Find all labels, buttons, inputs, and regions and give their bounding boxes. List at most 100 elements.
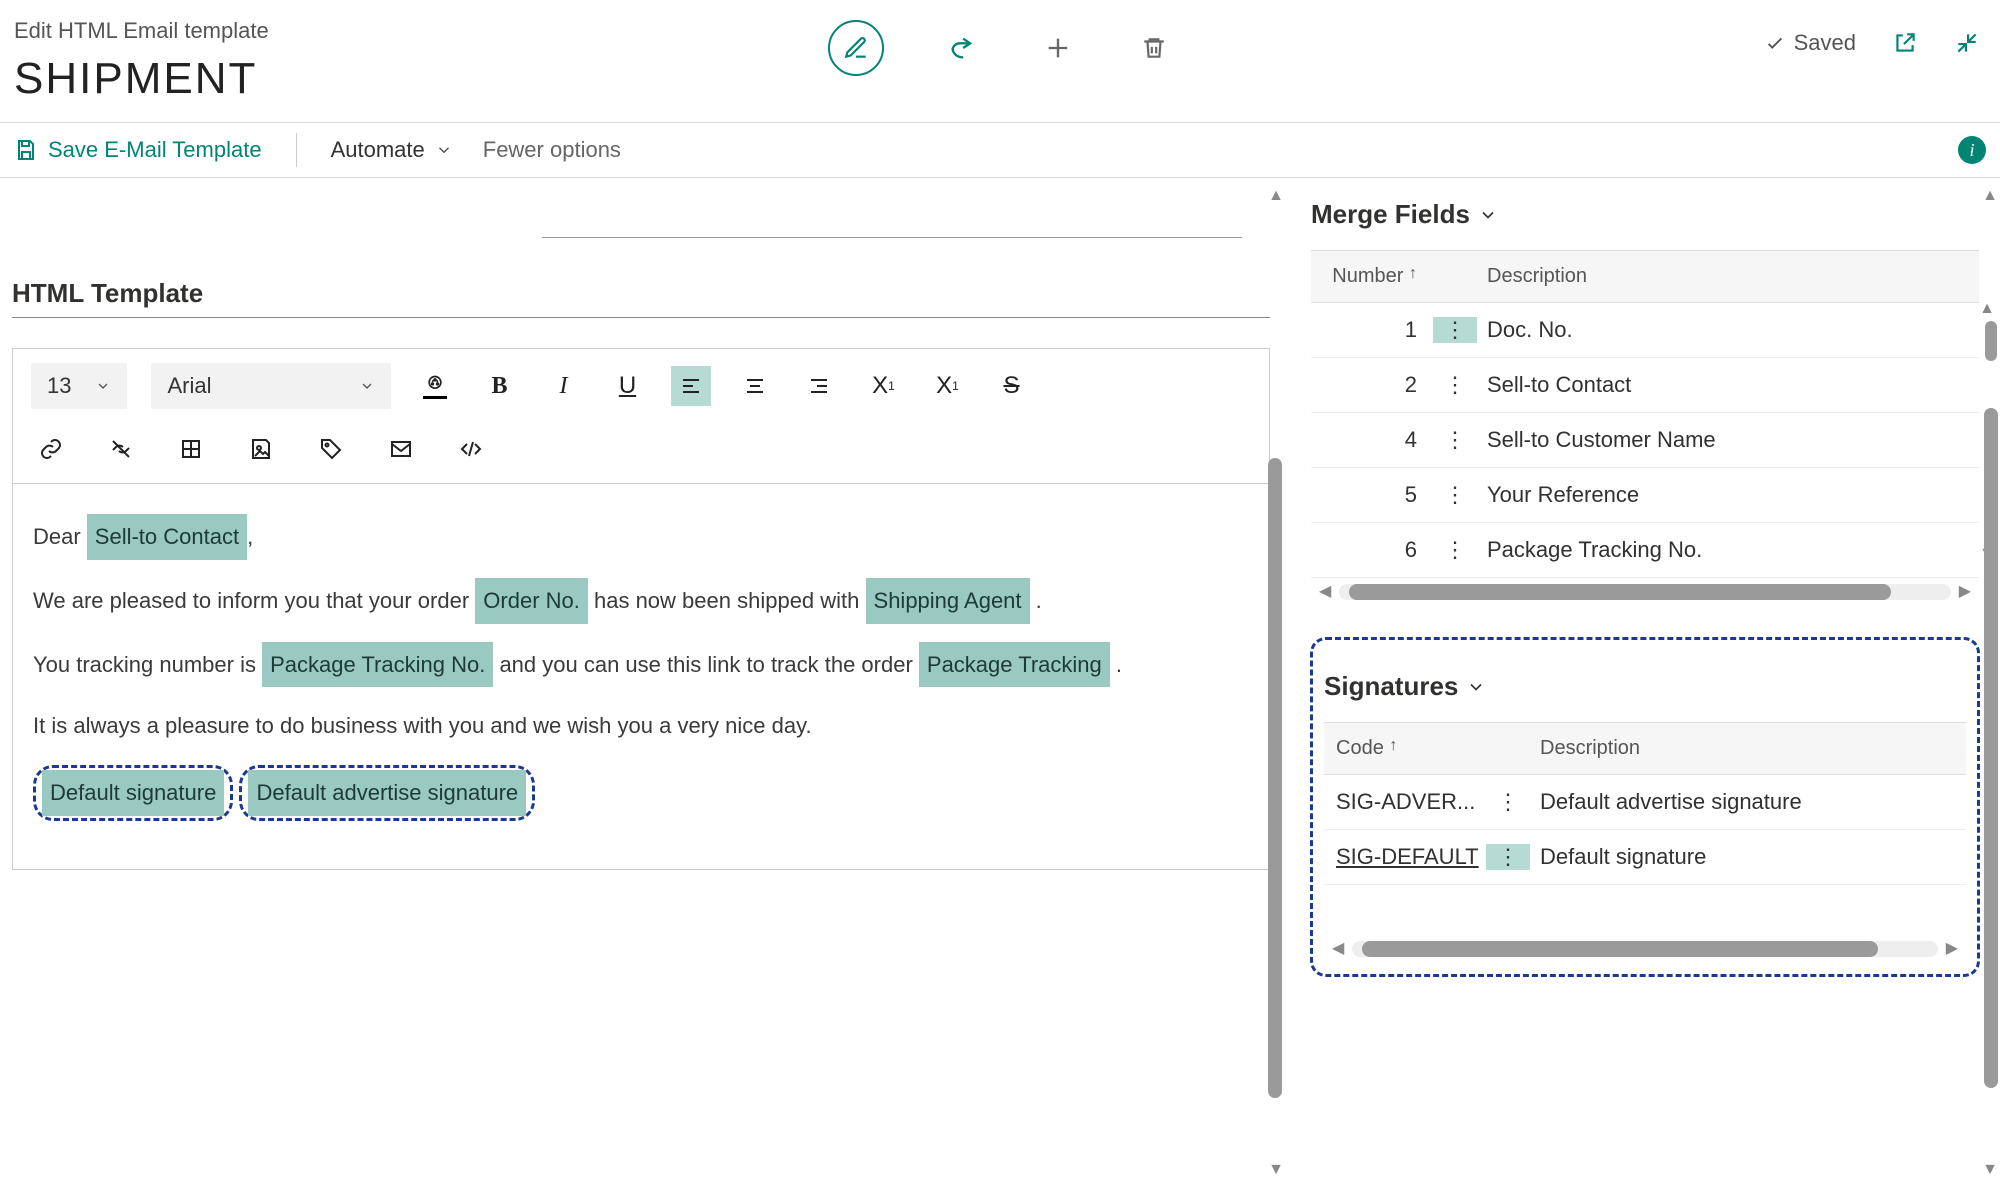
row-menu-button[interactable]: ⋮ [1433, 372, 1477, 398]
fewer-options-label: Fewer options [483, 137, 621, 163]
fewer-options-action[interactable]: Fewer options [483, 137, 621, 163]
hscroll-right-icon[interactable]: ▶ [1946, 941, 1958, 957]
editor-body[interactable]: Dear Sell-to Contact, We are pleased to … [13, 484, 1269, 869]
scroll-down-arrow-icon[interactable]: ▼ [1982, 1162, 1998, 1178]
bold-button[interactable]: B [479, 366, 519, 406]
font-size-value: 13 [47, 373, 71, 399]
row-menu-button[interactable]: ⋮ [1433, 537, 1477, 563]
signatures-hscroll[interactable]: ◀ ▶ [1324, 935, 1966, 963]
new-button[interactable] [1040, 30, 1076, 66]
col-code-header[interactable]: Code ↑ [1336, 737, 1486, 760]
cell-description: Default signature [1530, 844, 1954, 870]
font-size-select[interactable]: 13 [31, 363, 127, 409]
subscript-button[interactable]: X1 [927, 366, 967, 406]
saved-indicator: Saved [1764, 30, 1856, 56]
image-button[interactable] [241, 429, 281, 469]
callout-default-signature: Default signature [33, 765, 233, 821]
scroll-up-arrow-icon[interactable]: ▲ [1982, 188, 1998, 204]
collapse-button[interactable] [1954, 30, 1980, 56]
edit-button[interactable] [828, 20, 884, 76]
editor-toolbar: 13 Arial B I U [13, 349, 1269, 484]
underline-button[interactable]: U [607, 366, 647, 406]
html-template-section-title: HTML Template [12, 278, 1270, 318]
popout-button[interactable] [1892, 30, 1918, 56]
merge-fields-title-label: Merge Fields [1311, 199, 1470, 230]
row-menu-button[interactable]: ⋮ [1433, 317, 1477, 343]
signatures-header: Code ↑ Description [1324, 723, 1966, 775]
merge-chip-order-no[interactable]: Order No. [475, 578, 588, 624]
strikethrough-button[interactable]: S [991, 366, 1031, 406]
hscroll-left-icon[interactable]: ◀ [1319, 584, 1331, 600]
cell-description: Sell-to Customer Name [1477, 427, 1967, 453]
right-scrollbar[interactable] [1984, 408, 1998, 1088]
hscroll-right-icon[interactable]: ▶ [1959, 584, 1971, 600]
cell-description: Package Tracking No. [1477, 537, 1967, 563]
row-menu-button[interactable]: ⋮ [1486, 844, 1530, 870]
delete-button[interactable] [1136, 30, 1172, 66]
text: You tracking number is [33, 652, 262, 677]
italic-button[interactable]: I [543, 366, 583, 406]
table-row[interactable]: SIG-ADVER... ⋮ Default advertise signatu… [1324, 775, 1966, 830]
table-row[interactable]: 4 ⋮ Sell-to Customer Name [1311, 413, 1979, 468]
signatures-title[interactable]: Signatures [1324, 671, 1486, 702]
cell-number: 5 [1323, 482, 1433, 508]
cell-number: 4 [1323, 427, 1433, 453]
upper-divider [542, 178, 1242, 238]
save-template-action[interactable]: Save E-Mail Template [14, 137, 262, 163]
link-button[interactable] [31, 429, 71, 469]
align-right-button[interactable] [799, 366, 839, 406]
text-color-button[interactable] [415, 366, 455, 406]
superscript-button[interactable]: X1 [863, 366, 903, 406]
table-row[interactable]: SIG-DEFAULT ⋮ Default signature [1324, 830, 1966, 885]
merge-chip-advertise-signature[interactable]: Default advertise signature [248, 770, 526, 816]
merge-fields-title[interactable]: Merge Fields [1311, 199, 1498, 230]
info-button[interactable]: i [1958, 136, 1986, 164]
merge-fields-hscroll[interactable]: ◀ ▶ [1311, 578, 1979, 606]
table-row[interactable]: 6 ⋮ Package Tracking No. [1311, 523, 1979, 578]
cell-code: SIG-DEFAULT [1336, 844, 1486, 870]
top-action-row [828, 20, 1172, 76]
code-button[interactable] [451, 429, 491, 469]
merge-chip-tracking-no[interactable]: Package Tracking No. [262, 642, 493, 688]
unlink-button[interactable] [101, 429, 141, 469]
saved-label: Saved [1794, 30, 1856, 56]
automate-label: Automate [331, 137, 425, 163]
merge-chip-sell-to-contact[interactable]: Sell-to Contact [87, 514, 247, 560]
grid-scrollbar[interactable] [1985, 321, 1997, 361]
font-family-value: Arial [167, 373, 211, 399]
grid-scroll-up-icon[interactable]: ▲ [1979, 301, 1995, 317]
merge-chip-shipping-agent[interactable]: Shipping Agent [866, 578, 1030, 624]
merge-chip-default-signature[interactable]: Default signature [42, 770, 224, 816]
row-menu-button[interactable]: ⋮ [1433, 482, 1477, 508]
automate-menu[interactable]: Automate [331, 137, 453, 163]
cell-number: 6 [1323, 537, 1433, 563]
col-description-header[interactable]: Description [1477, 265, 1967, 288]
merge-fields-panel: Merge Fields Number ↑ Description 1 ⋮ Do… [1310, 178, 1980, 607]
signatures-panel-callout: Signatures Code ↑ Description SIG-ADVER.… [1310, 637, 1980, 977]
editor-line-3: You tracking number is Package Tracking … [33, 642, 1249, 688]
text: and you can use this link to track the o… [493, 652, 919, 677]
row-menu-button[interactable]: ⋮ [1433, 427, 1477, 453]
tag-button[interactable] [311, 429, 351, 469]
align-left-button[interactable] [671, 366, 711, 406]
scroll-down-arrow-icon[interactable]: ▼ [1268, 1162, 1284, 1178]
table-row[interactable]: 5 ⋮ Your Reference [1311, 468, 1979, 523]
cell-description: Sell-to Contact [1477, 372, 1967, 398]
text: . [1030, 588, 1042, 613]
font-family-select[interactable]: Arial [151, 363, 391, 409]
cell-number: 1 [1323, 317, 1433, 343]
action-bar: Save E-Mail Template Automate Fewer opti… [0, 122, 2000, 178]
table-row[interactable]: 2 ⋮ Sell-to Contact [1311, 358, 1979, 413]
table-button[interactable] [171, 429, 211, 469]
text: Dear [33, 524, 87, 549]
merge-chip-tracking-link[interactable]: Package Tracking [919, 642, 1110, 688]
share-button[interactable] [944, 30, 980, 66]
hscroll-left-icon[interactable]: ◀ [1332, 941, 1344, 957]
align-center-button[interactable] [735, 366, 775, 406]
col-number-header[interactable]: Number ↑ [1323, 265, 1433, 288]
col-description-header[interactable]: Description [1530, 737, 1954, 760]
table-row[interactable]: 1 ⋮ Doc. No. [1311, 303, 1979, 358]
row-menu-button[interactable]: ⋮ [1486, 789, 1530, 815]
top-right-status: Saved [1764, 30, 1980, 56]
mail-button[interactable] [381, 429, 421, 469]
